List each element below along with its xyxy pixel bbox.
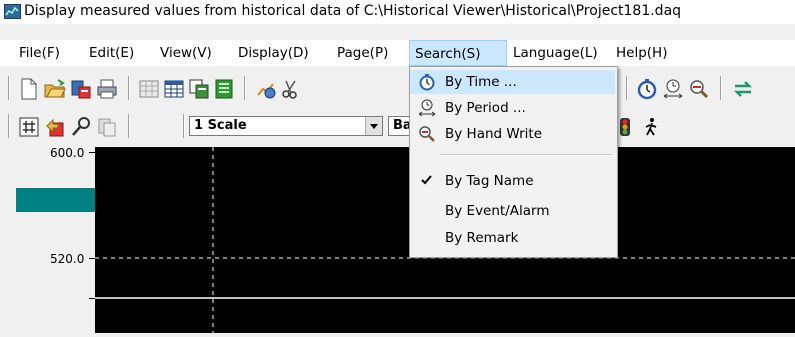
menu-item-label: By Event/Alarm xyxy=(445,203,550,219)
menu-item-label: By Time ... xyxy=(445,74,517,90)
export-data-icon[interactable] xyxy=(44,116,66,138)
stopwatch-icon xyxy=(418,73,436,91)
stopwatch-icon[interactable] xyxy=(636,78,658,100)
toolbar-separator xyxy=(128,114,130,138)
toolbar-separator xyxy=(128,76,130,100)
menu-file[interactable]: File(F) xyxy=(14,40,65,66)
menu-page[interactable]: Page(P) xyxy=(332,40,393,66)
menu-item-by-event-alarm[interactable]: By Event/Alarm xyxy=(410,199,615,223)
list-view-icon[interactable] xyxy=(213,78,235,100)
period-clock-icon[interactable] xyxy=(662,78,684,100)
menu-view[interactable]: View(V) xyxy=(155,40,217,66)
y-tick-label: 600.0 xyxy=(50,146,85,160)
window-title: Display measured values from historical … xyxy=(24,3,682,19)
open-folder-icon[interactable] xyxy=(44,78,66,100)
cut-icon[interactable] xyxy=(280,78,302,100)
menu-item-by-time[interactable]: By Time ... xyxy=(410,70,615,94)
toolbar-separator xyxy=(183,114,185,138)
menu-item-label: By Hand Write xyxy=(445,126,543,142)
scale-combobox-value: 1 Scale xyxy=(194,118,247,133)
sync-arrows-icon[interactable] xyxy=(732,78,754,100)
value-bar-indicator xyxy=(16,188,95,212)
y-tick-label: 520.0 xyxy=(50,252,85,266)
grid-settings-icon[interactable] xyxy=(138,78,160,100)
magnifier-icon[interactable] xyxy=(688,78,710,100)
toolbar-separator xyxy=(8,114,10,138)
walking-person-icon[interactable] xyxy=(640,116,662,138)
toolbar-separator xyxy=(244,76,246,100)
menu-item-by-period[interactable]: By Period ... xyxy=(410,96,615,120)
checkmark-icon xyxy=(418,171,436,189)
toolbar-separator xyxy=(8,76,10,100)
menu-item-by-tag-name[interactable]: By Tag Name xyxy=(410,169,615,193)
hash-grid-icon[interactable] xyxy=(18,116,40,138)
menu-separator xyxy=(440,154,612,156)
menu-help[interactable]: Help(H) xyxy=(611,40,672,66)
chart-settings-icon[interactable] xyxy=(255,78,277,100)
search-menu-dropdown: By Time ... By Period ... By Hand Write … xyxy=(409,66,618,258)
y-axis xyxy=(0,147,95,333)
menu-item-label: By Tag Name xyxy=(445,173,534,189)
paste-icon[interactable] xyxy=(96,116,118,138)
menu-item-by-hand-write[interactable]: By Hand Write xyxy=(410,122,615,146)
menu-display[interactable]: Display(D) xyxy=(233,40,314,66)
menu-item-by-remark[interactable]: By Remark xyxy=(410,226,615,250)
period-clock-icon xyxy=(418,99,436,117)
table-view-icon[interactable] xyxy=(163,78,185,100)
menu-edit[interactable]: Edit(E) xyxy=(84,40,139,66)
scale-combobox[interactable]: 1 Scale xyxy=(189,116,383,136)
print-icon[interactable] xyxy=(96,78,118,100)
toolbar-separator xyxy=(720,76,722,100)
copy-data-icon[interactable] xyxy=(188,78,210,100)
magnifier-icon xyxy=(418,125,436,143)
menu-language[interactable]: Language(L) xyxy=(508,40,603,66)
title-bar: Display measured values from historical … xyxy=(0,0,795,24)
menu-item-label: By Period ... xyxy=(445,100,526,116)
chevron-down-icon[interactable] xyxy=(365,117,382,135)
app-icon xyxy=(4,4,21,19)
toolbar-separator xyxy=(626,76,628,100)
save-export-icon[interactable] xyxy=(70,78,92,100)
pin-tool-icon[interactable] xyxy=(70,116,92,138)
menu-item-label: By Remark xyxy=(445,230,519,246)
new-file-icon[interactable] xyxy=(18,78,40,100)
menu-search[interactable]: Search(S) xyxy=(409,40,507,66)
